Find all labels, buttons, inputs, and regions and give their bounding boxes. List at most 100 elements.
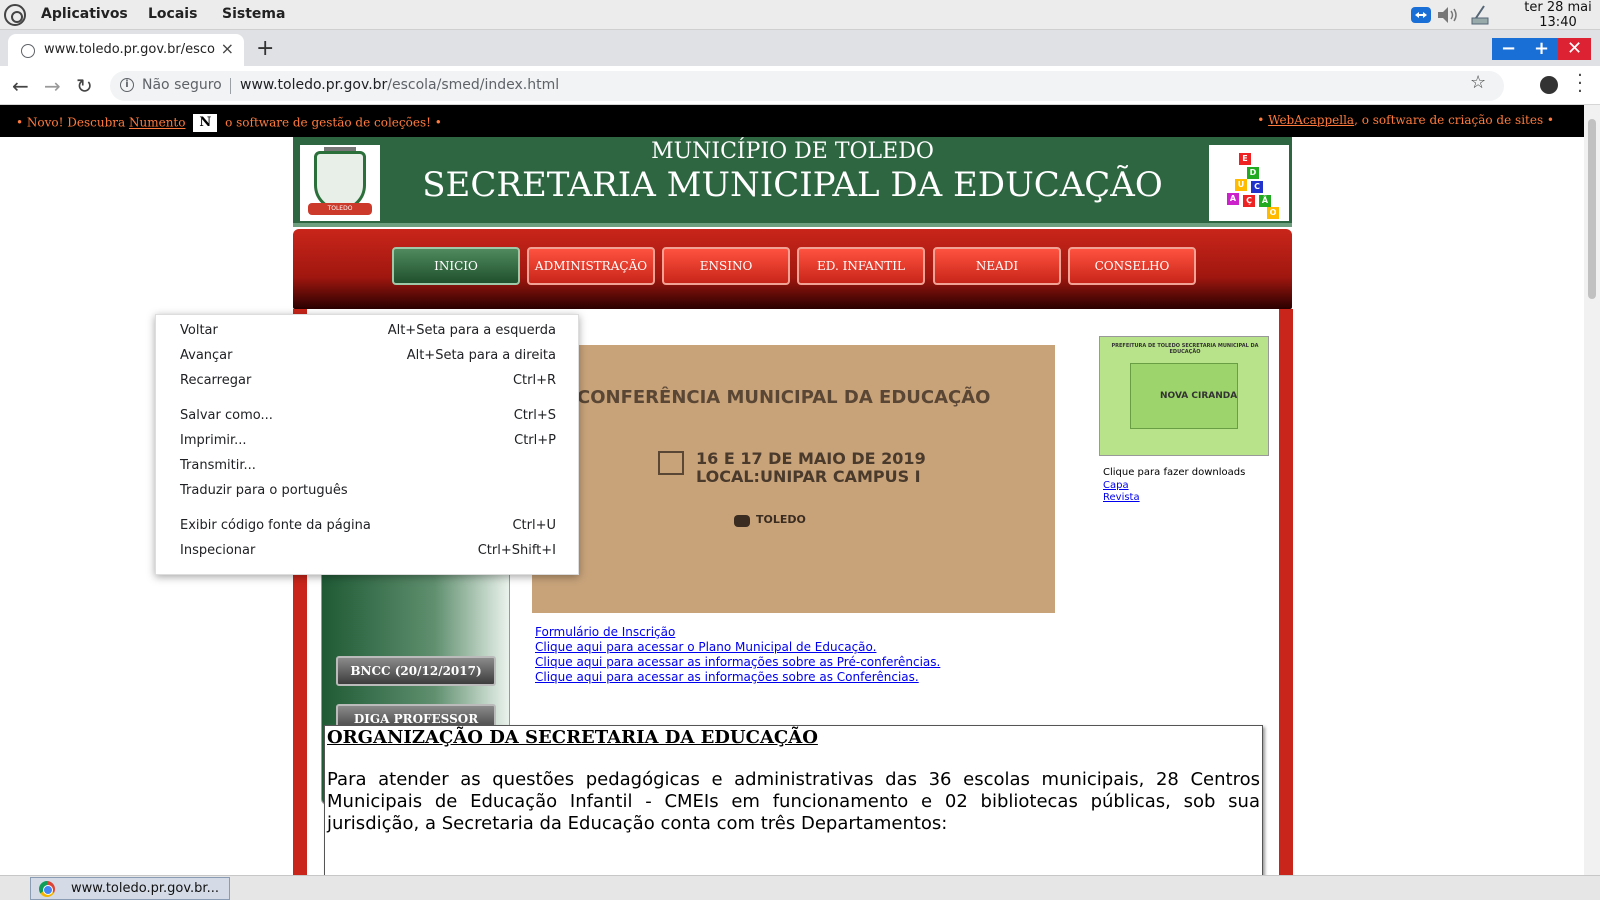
banner-location: LOCAL:UNIPAR CAMPUS I [696, 467, 921, 486]
secretariat-title: SECRETARIA MUNICIPAL DA EDUCAÇÃO [422, 165, 1163, 205]
tab-strip: www.toledo.pr.gov.br/esco × [0, 30, 1600, 66]
ctx-label: Avançar [180, 348, 233, 363]
ad-left-prefix: • Novo! Descubra [16, 115, 129, 130]
link-plano-municipal[interactable]: Clique aqui para acessar o Plano Municip… [535, 640, 876, 654]
ad-left-suffix: o software de gestão de coleções! • [221, 115, 442, 130]
scrollbar-thumb[interactable] [1588, 119, 1596, 299]
menu-aplicativos[interactable]: Aplicativos [41, 6, 128, 22]
vertical-scrollbar[interactable] [1584, 105, 1600, 875]
globe-icon [21, 44, 35, 58]
organization-text: Para atender as questões pedagógicas e a… [327, 769, 1260, 834]
ctx-shortcut: Ctrl+Shift+I [477, 543, 556, 558]
nav-neadi[interactable]: NEADI [933, 247, 1061, 285]
tab-title: www.toledo.pr.gov.br/esco [44, 42, 216, 57]
forward-arrow-icon[interactable]: → [44, 74, 61, 98]
browser-tab[interactable]: www.toledo.pr.gov.br/esco × [8, 34, 244, 66]
nav-inicio[interactable]: INICIO [392, 247, 520, 285]
block-shape: O [1267, 207, 1279, 219]
block-shape: U [1235, 179, 1247, 191]
link-pre-conferencias[interactable]: Clique aqui para acessar as informações … [535, 655, 940, 669]
ctx-label: Traduzir para o português [180, 483, 348, 498]
calendar-icon [658, 451, 684, 475]
security-label[interactable]: Não seguro [142, 77, 222, 93]
link-revista[interactable]: Revista [1103, 492, 1140, 503]
nav-ed-infantil[interactable]: ED. INFANTIL [797, 247, 925, 285]
clock[interactable]: ter 28 mai 13:40 [1518, 0, 1598, 30]
ctx-shortcut: Alt+Seta para a esquerda [387, 323, 556, 338]
menu-sistema[interactable]: Sistema [222, 6, 285, 22]
menu-kebab-icon[interactable]: · · · [1574, 67, 1586, 101]
volume-icon[interactable] [1436, 4, 1458, 26]
ctx-shortcut: Ctrl+P [514, 433, 556, 448]
magazine-cover[interactable]: PREFEITURA DE TOLEDO SECRETARIA MUNICIPA… [1099, 336, 1269, 456]
url-path: /escola/smed/index.html [387, 77, 560, 93]
info-icon[interactable]: i [120, 78, 134, 92]
taskbar-item-chrome[interactable]: www.toledo.pr.gov.br... [30, 877, 230, 900]
nav-conselho[interactable]: CONSELHO [1068, 247, 1196, 285]
ctx-salvar[interactable]: Salvar como... Ctrl+S [156, 404, 580, 429]
organization-title: ORGANIZAÇÃO DA SECRETARIA DA EDUCAÇÃO [327, 727, 818, 748]
toledo-logo-icon [734, 515, 750, 527]
ctx-transmitir[interactable]: Transmitir... [156, 454, 580, 479]
new-tab-button[interactable]: + [256, 36, 274, 61]
ctx-voltar[interactable]: Voltar Alt+Seta para a esquerda [156, 319, 580, 344]
block-shape: A [1227, 193, 1239, 205]
numento-logo[interactable]: N [193, 114, 218, 132]
education-blocks-logo: E D U C A Ç Ã O [1209, 145, 1289, 221]
link-capa[interactable]: Capa [1103, 480, 1129, 491]
block-shape: D [1247, 167, 1259, 179]
context-menu: Voltar Alt+Seta para a esquerda Avançar Al… [155, 314, 579, 575]
url-text[interactable]: www.toledo.pr.gov.br/escola/smed/index.h… [240, 77, 559, 93]
banner-title: CONFERÊNCIA MUNICIPAL DA EDUCAÇÃO [577, 387, 991, 408]
frame-right [1279, 309, 1293, 875]
window-controls: − + ✕ [1492, 38, 1592, 60]
site-navbar: INICIO ADMINISTRAÇÃO ENSINO ED. INFANTIL… [293, 229, 1292, 309]
teamviewer-icon[interactable] [1410, 4, 1432, 26]
back-arrow-icon[interactable]: ← [12, 74, 29, 98]
banner-dates: 16 E 17 DE MAIO DE 2019 [696, 449, 926, 468]
ctx-label: Salvar como... [180, 408, 273, 423]
address-bar[interactable]: i Não seguro www.toledo.pr.gov.br/escola… [110, 71, 1504, 101]
close-window-button[interactable]: ✕ [1558, 38, 1591, 60]
tab-close-icon[interactable]: × [221, 39, 234, 58]
ctx-codigo-fonte[interactable]: Exibir código fonte da página Ctrl+U [156, 514, 580, 539]
chrome-icon [39, 881, 55, 897]
minimize-button[interactable]: − [1492, 38, 1525, 60]
network-icon[interactable] [1468, 4, 1490, 26]
clock-date: ter 28 mai [1524, 0, 1592, 15]
link-conferencias[interactable]: Clique aqui para acessar as informações … [535, 670, 919, 684]
ctx-imprimir[interactable]: Imprimir... Ctrl+P [156, 429, 580, 454]
magazine-title: NOVA CIRANDA [1160, 391, 1238, 401]
ctx-inspecionar[interactable]: Inspecionar Ctrl+Shift+I [156, 539, 580, 564]
ctx-label: Voltar [180, 323, 218, 338]
taskbar [0, 875, 1600, 900]
ad-left: • Novo! Descubra Numento N o software de… [16, 114, 442, 132]
ctx-label: Imprimir... [180, 433, 247, 448]
reload-icon[interactable]: ↻ [76, 74, 93, 98]
maximize-button[interactable]: + [1525, 38, 1558, 60]
account-icon[interactable] [1540, 76, 1558, 94]
ctx-shortcut: Ctrl+U [512, 518, 556, 533]
url-host: www.toledo.pr.gov.br [240, 77, 388, 93]
taskbar-item-label: www.toledo.pr.gov.br... [71, 881, 219, 896]
block-shape: Ã [1259, 195, 1271, 207]
clock-time: 13:40 [1539, 15, 1577, 30]
municipality-title: MUNICÍPIO DE TOLEDO [651, 139, 934, 164]
ctx-avancar[interactable]: Avançar Alt+Seta para a direita [156, 344, 580, 369]
banner-logo-text: TOLEDO [756, 513, 806, 526]
conference-banner[interactable]: CONFERÊNCIA MUNICIPAL DA EDUCAÇÃO 16 E 1… [532, 345, 1055, 613]
ctx-recarregar[interactable]: Recarregar Ctrl+R [156, 369, 580, 394]
numento-link[interactable]: Numento [129, 116, 185, 130]
ctx-traduzir[interactable]: Traduzir para o português [156, 479, 580, 504]
ctx-shortcut: Ctrl+S [513, 408, 556, 423]
block-shape: C [1251, 181, 1263, 193]
menu-locais[interactable]: Locais [148, 6, 197, 22]
bookmark-star-icon[interactable]: ☆ [1470, 72, 1486, 93]
ctx-shortcut: Ctrl+R [512, 373, 556, 388]
nav-administracao[interactable]: ADMINISTRAÇÃO [527, 247, 655, 285]
nav-ensino[interactable]: ENSINO [662, 247, 790, 285]
link-inscricao[interactable]: Formulário de Inscrição [535, 625, 675, 639]
bncc-button[interactable]: BNCC (20/12/2017) [336, 656, 496, 686]
webacappella-link[interactable]: WebAcappella [1268, 113, 1354, 127]
os-logo-icon[interactable] [4, 4, 26, 26]
